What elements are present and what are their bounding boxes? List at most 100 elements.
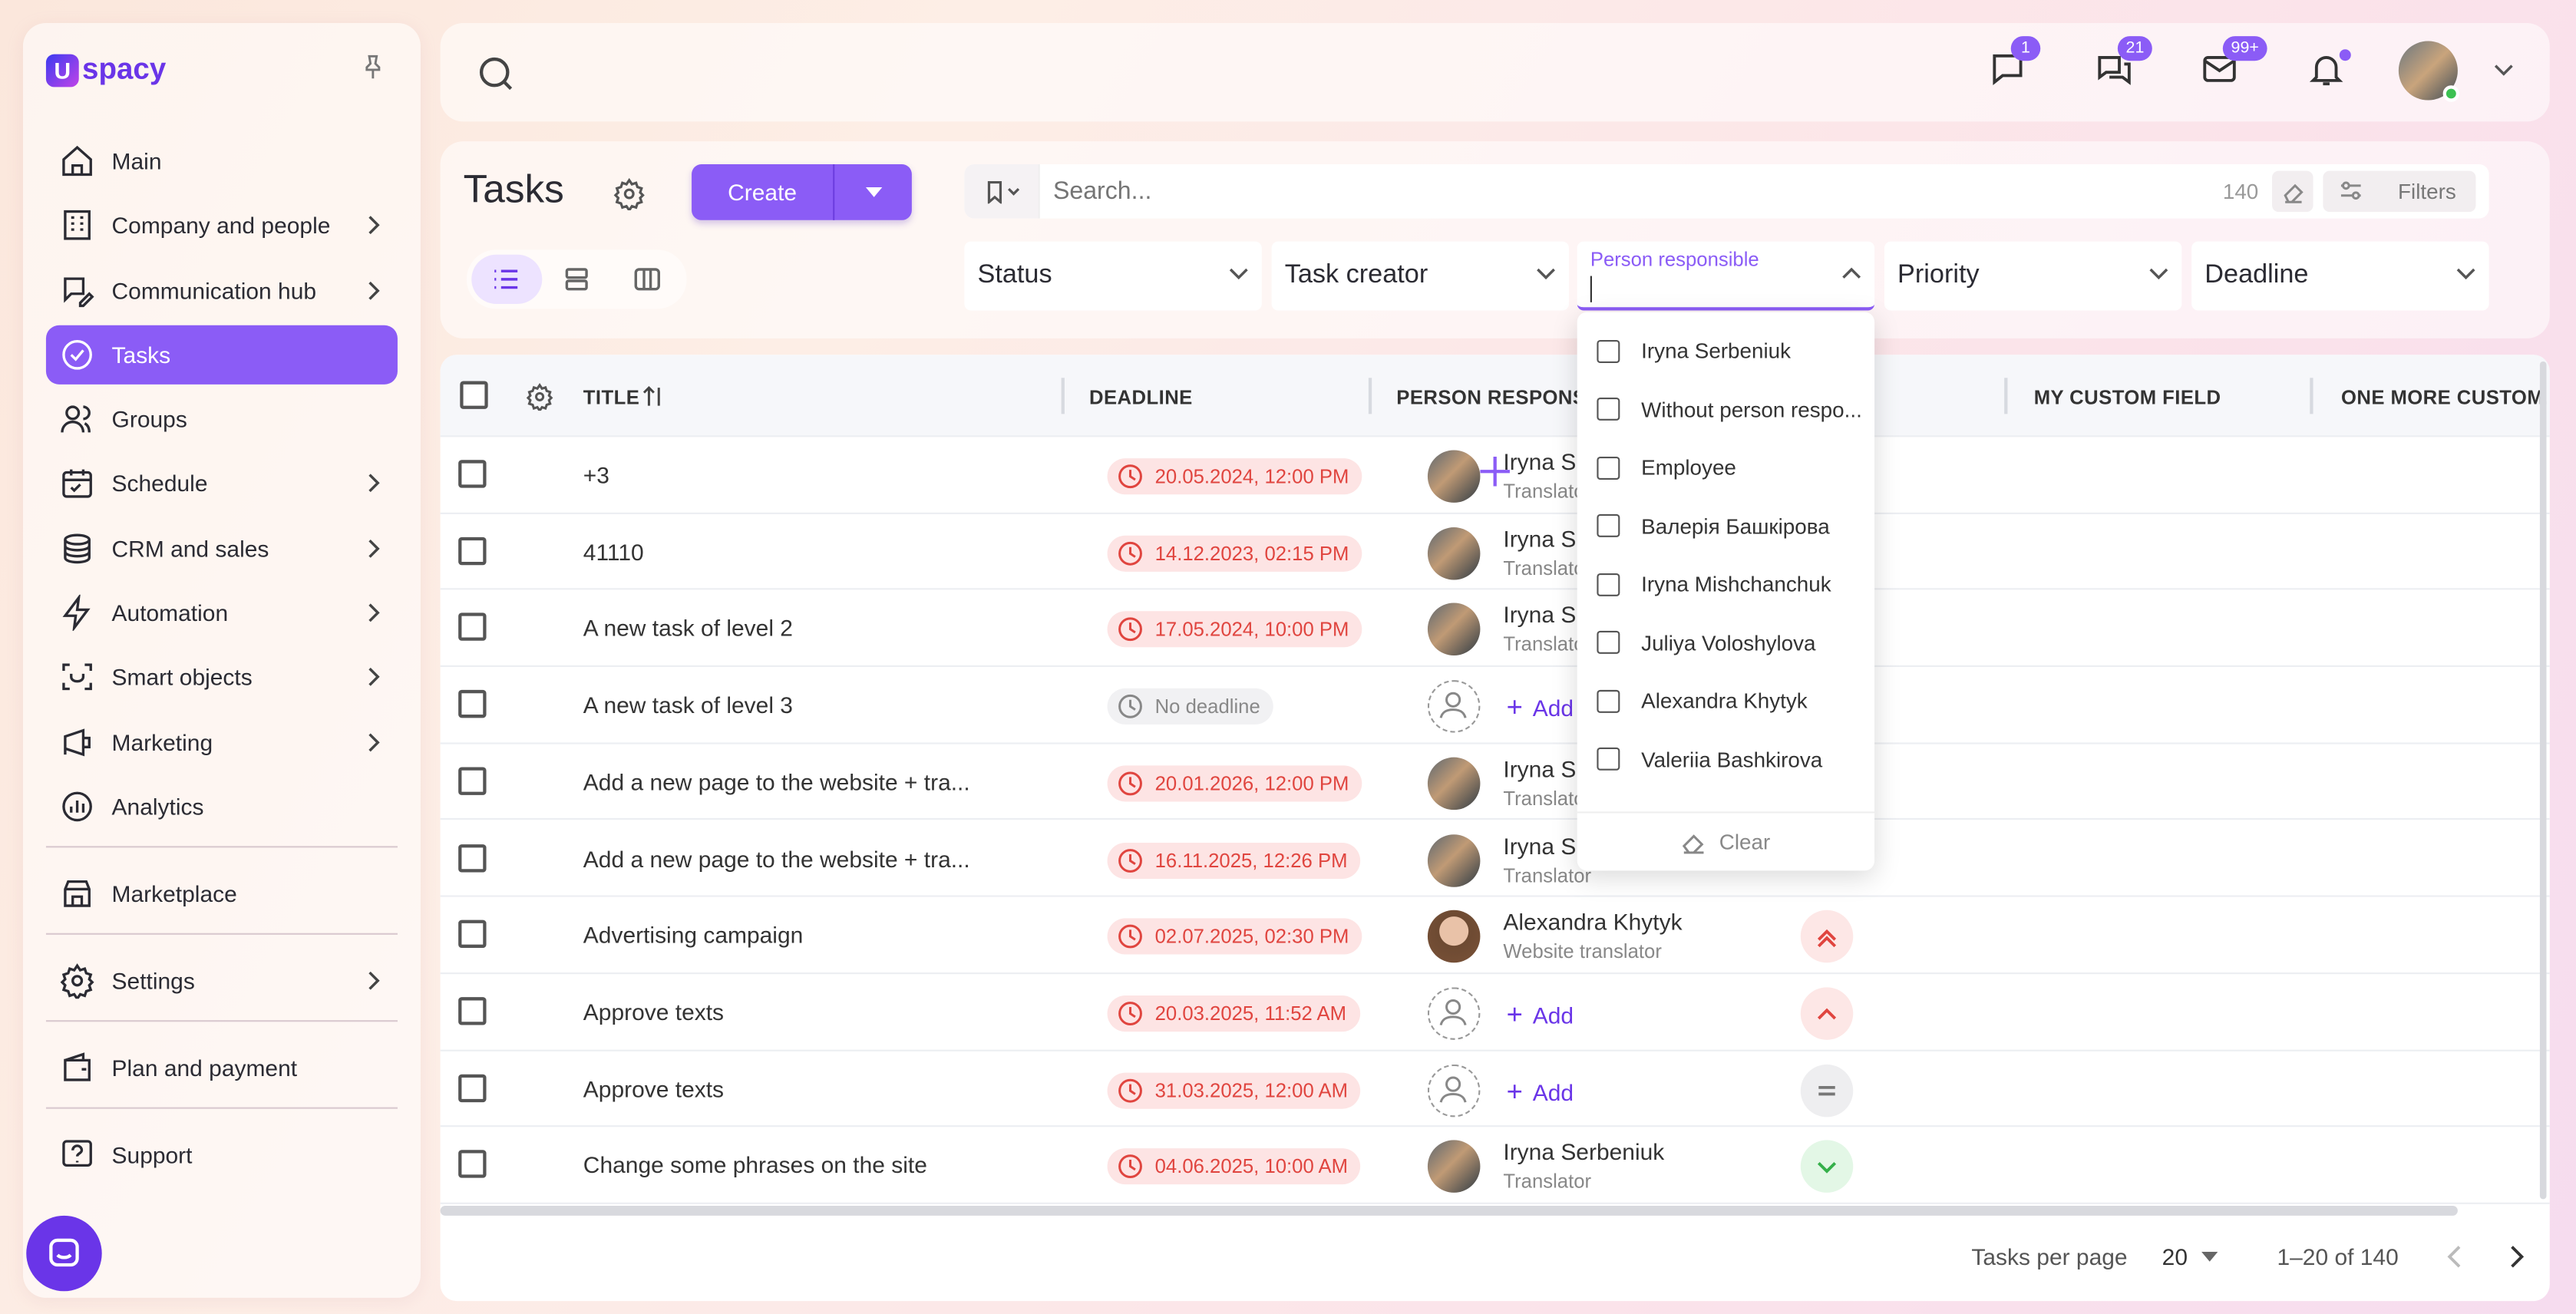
task-title[interactable]: Advertising campaign — [583, 922, 804, 948]
avatar[interactable] — [1427, 757, 1481, 810]
avatar[interactable] — [1427, 603, 1481, 656]
table-row[interactable]: Add a new page to the website + tra... 20… — [440, 744, 2550, 821]
sidebar-item-crm-and-sales[interactable]: CRM and sales — [46, 519, 398, 578]
priority-badge[interactable] — [1800, 987, 1854, 1040]
table-row[interactable]: Advertising campaign 02.07.2025, 02:30 PM… — [440, 897, 2550, 974]
table-row[interactable]: Add a new page to the website + tra... 16… — [440, 820, 2550, 898]
caret-down-icon[interactable] — [2201, 1251, 2218, 1262]
option-checkbox[interactable] — [1597, 514, 1620, 538]
add-person-button[interactable]: + Add — [1507, 1075, 1574, 1108]
deadline-badge[interactable]: 16.11.2025, 12:26 PM — [1107, 841, 1361, 878]
deadline-badge[interactable]: 20.01.2026, 12:00 PM — [1107, 764, 1362, 802]
select-all-checkbox[interactable] — [460, 381, 488, 409]
person-name[interactable]: Iryna S — [1503, 602, 1576, 628]
chevron-down-icon[interactable] — [2494, 62, 2514, 78]
clear-search-button[interactable] — [2272, 170, 2313, 213]
option-checkbox[interactable] — [1597, 631, 1620, 655]
option-checkbox[interactable] — [1597, 456, 1620, 480]
column-divider[interactable] — [2310, 378, 2313, 414]
row-checkbox[interactable] — [458, 613, 487, 642]
search-icon[interactable] — [477, 54, 516, 94]
task-title[interactable]: +3 — [583, 461, 609, 487]
chats-button[interactable]: 21 — [2095, 36, 2153, 88]
row-checkbox[interactable] — [458, 460, 487, 488]
table-row[interactable]: A new task of level 2 17.05.2024, 10:00 P… — [440, 590, 2550, 668]
sidebar-item-schedule[interactable]: Schedule — [46, 454, 398, 513]
sidebar-item-main[interactable]: Main — [46, 131, 398, 190]
deadline-badge[interactable]: 04.06.2025, 10:00 AM — [1107, 1148, 1362, 1185]
sort-asc-icon[interactable] — [642, 385, 665, 408]
person-name[interactable]: Alexandra Khytyk — [1503, 909, 1682, 935]
create-dropdown-button[interactable] — [833, 164, 912, 220]
person-option[interactable]: Juliya Voloshylova — [1577, 613, 1874, 672]
sidebar-item-communication-hub[interactable]: Communication hub — [46, 260, 398, 319]
person-option[interactable]: Iryna Serbeniuk — [1577, 322, 1874, 381]
filters-button[interactable]: Filters — [2323, 170, 2476, 213]
option-checkbox[interactable] — [1597, 573, 1620, 596]
gear-icon[interactable] — [613, 177, 646, 210]
table-row[interactable]: A new task of level 3 No deadline + Add — [440, 667, 2550, 744]
person-name[interactable]: Iryna S — [1503, 755, 1576, 781]
deadline-badge[interactable]: 20.03.2025, 11:52 AM — [1107, 995, 1360, 1032]
sidebar-item-support[interactable]: Support — [46, 1125, 398, 1184]
vertical-scrollbar[interactable] — [2539, 361, 2547, 1200]
task-title[interactable]: Change some phrases on the site — [583, 1152, 927, 1178]
sidebar-item-marketplace[interactable]: Marketplace — [46, 864, 398, 923]
add-person-button[interactable]: + Add — [1507, 692, 1574, 725]
person-option[interactable]: Alexandra Khytyk — [1577, 672, 1874, 730]
column-divider[interactable] — [1368, 378, 1372, 414]
deadline-badge[interactable]: 20.05.2024, 12:00 PM — [1107, 458, 1362, 495]
empty-avatar[interactable] — [1427, 680, 1481, 733]
next-page-icon[interactable] — [2508, 1245, 2525, 1268]
sidebar-item-smart-objects[interactable]: Smart objects — [46, 648, 398, 707]
prev-page-icon[interactable] — [2446, 1245, 2462, 1268]
column-divider[interactable] — [2004, 378, 2008, 414]
person-option[interactable]: Employee — [1577, 438, 1874, 497]
avatar[interactable] — [1427, 1141, 1481, 1193]
person-name[interactable]: Iryna S — [1503, 832, 1576, 858]
title-column-header[interactable]: TITLE — [583, 386, 639, 409]
column-divider[interactable] — [1061, 378, 1065, 414]
task-title[interactable]: A new task of level 2 — [583, 615, 793, 641]
row-checkbox[interactable] — [458, 767, 487, 795]
deadline-badge[interactable]: 17.05.2024, 10:00 PM — [1107, 612, 1362, 649]
saved-filters-button[interactable] — [964, 164, 1040, 219]
deadline-badge[interactable]: 02.07.2025, 02:30 PM — [1107, 918, 1362, 955]
task-title[interactable]: 41110 — [583, 538, 644, 564]
priority-badge[interactable] — [1800, 1141, 1854, 1193]
row-checkbox[interactable] — [458, 1150, 487, 1179]
option-checkbox[interactable] — [1597, 689, 1620, 713]
avatar[interactable] — [1427, 910, 1481, 963]
kanban-view-button[interactable] — [612, 255, 682, 304]
row-checkbox[interactable] — [458, 919, 487, 949]
row-checkbox[interactable] — [458, 844, 487, 872]
deadline-column-header[interactable]: DEADLINE — [1089, 386, 1193, 409]
task-creator-filter[interactable]: Task creator — [1271, 241, 1569, 311]
table-row[interactable]: Change some phrases on the site 04.06.202… — [440, 1127, 2550, 1204]
sidebar-item-settings[interactable]: Settings — [46, 951, 398, 1010]
person-option[interactable]: Iryna Mishchanchuk — [1577, 555, 1874, 613]
deadline-badge[interactable]: No deadline — [1107, 688, 1273, 725]
person-name[interactable]: Iryna S — [1503, 525, 1576, 551]
help-chat-button[interactable] — [26, 1215, 102, 1292]
sidebar-item-analytics[interactable]: Analytics — [46, 777, 398, 836]
status-filter[interactable]: Status — [964, 241, 1262, 311]
task-title[interactable]: Approve texts — [583, 1075, 724, 1101]
clear-selection-button[interactable]: Clear — [1577, 811, 1875, 870]
priority-filter[interactable]: Priority — [1884, 241, 2182, 311]
sidebar-item-company-and-people[interactable]: Company and people — [46, 196, 398, 255]
mail-button[interactable]: 99+ — [2200, 36, 2267, 88]
deadline-badge[interactable]: 31.03.2025, 12:00 AM — [1107, 1071, 1362, 1108]
cards-view-button[interactable] — [542, 255, 612, 304]
sidebar-item-groups[interactable]: Groups — [46, 390, 398, 449]
avatar[interactable] — [1427, 834, 1481, 886]
person-option[interactable]: Valeriia Bashkirova — [1577, 730, 1874, 788]
task-title[interactable]: Approve texts — [583, 999, 724, 1025]
notifications-button[interactable] — [2307, 49, 2351, 88]
search-input[interactable] — [1052, 164, 2187, 219]
row-checkbox[interactable] — [458, 690, 487, 718]
custom-field-2-column-header[interactable]: ONE MORE CUSTOM... — [2341, 386, 2547, 409]
sidebar-item-automation[interactable]: Automation — [46, 583, 398, 642]
sidebar-item-plan-and-payment[interactable]: Plan and payment — [46, 1038, 398, 1098]
deadline-badge[interactable]: 14.12.2023, 02:15 PM — [1107, 535, 1362, 572]
